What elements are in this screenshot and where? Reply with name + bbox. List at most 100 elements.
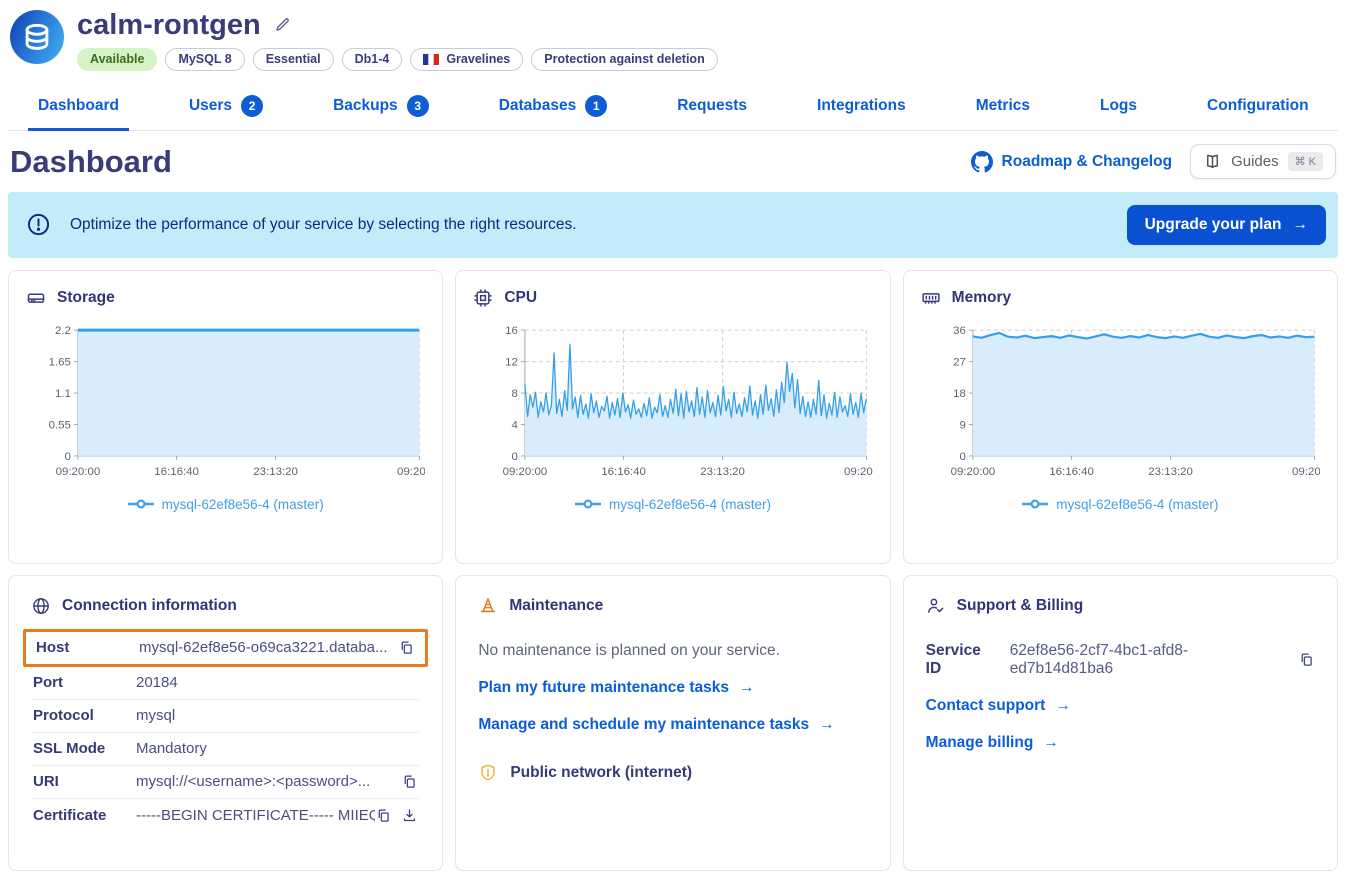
- contact-support-link[interactable]: Contact support →: [926, 697, 1315, 715]
- service-id-row: Service ID 62ef8e56-2cf7-4bc1-afd8-ed7b1…: [926, 642, 1315, 678]
- arrow-right-icon: →: [1293, 216, 1309, 234]
- download-icon[interactable]: [401, 807, 418, 824]
- support-billing-card: Support & Billing Service ID 62ef8e56-2c…: [903, 575, 1338, 871]
- tab-logs[interactable]: Logs: [1090, 87, 1147, 131]
- maintenance-message: No maintenance is planned on your servic…: [478, 642, 867, 660]
- tab-integrations[interactable]: Integrations: [807, 87, 916, 131]
- roadmap-changelog-link[interactable]: Roadmap & Changelog: [971, 151, 1173, 173]
- svg-text:23:13:20: 23:13:20: [1148, 466, 1193, 478]
- cpu-card: CPU 0 4 8 12 16 09:20:00 16:16:40 23:13:20 09:20…: [455, 270, 890, 564]
- svg-text:27: 27: [953, 356, 966, 368]
- svg-text:0: 0: [65, 451, 71, 463]
- storage-card-title: Storage: [57, 289, 115, 307]
- network-access-label: Public network (internet): [510, 764, 692, 782]
- hard-drive-icon: [26, 288, 46, 308]
- svg-text:09:20:00: 09:20:00: [503, 466, 548, 478]
- database-logo: [10, 10, 64, 64]
- svg-text:16:16:40: 16:16:40: [602, 466, 647, 478]
- status-badges: Available MySQL 8 Essential Db1-4 Gravel…: [77, 48, 718, 71]
- tab-dashboard[interactable]: Dashboard: [28, 87, 129, 131]
- service-id-value: 62ef8e56-2cf7-4bc1-afd8-ed7b14d81ba6: [1010, 642, 1288, 678]
- svg-text:4: 4: [512, 419, 519, 431]
- connection-info-card: Connection information Host mysql-62ef8e…: [8, 575, 443, 871]
- connection-row-port: Port 20184: [31, 667, 420, 700]
- database-service-dashboard: calm-rontgen Available MySQL 8 Essential…: [0, 0, 1346, 871]
- badge-region: Gravelines: [410, 48, 523, 71]
- tab-bar: Dashboard Users2 Backups3 Databases1 Req…: [8, 87, 1338, 131]
- memory-card-title: Memory: [952, 289, 1011, 307]
- service-header: calm-rontgen Available MySQL 8 Essential…: [8, 8, 1338, 71]
- svg-text:18: 18: [953, 388, 966, 400]
- badge-plan: Essential: [253, 48, 334, 71]
- cpu-legend[interactable]: mysql-62ef8e56-4 (master): [473, 497, 872, 512]
- connection-row-host: Host mysql-62ef8e56-o69ca3221.databa...: [23, 629, 428, 667]
- svg-text:36: 36: [953, 325, 966, 337]
- connection-card-title: Connection information: [62, 597, 237, 615]
- storage-legend[interactable]: mysql-62ef8e56-4 (master): [26, 497, 425, 512]
- svg-text:16: 16: [505, 325, 518, 337]
- copy-icon[interactable]: [1298, 651, 1315, 668]
- arrow-right-icon: →: [1043, 734, 1059, 752]
- support-card-title: Support & Billing: [957, 597, 1084, 615]
- svg-text:8: 8: [512, 388, 518, 400]
- svg-text:09:20:00: 09:20:00: [56, 466, 101, 478]
- svg-text:0: 0: [959, 451, 965, 463]
- tab-configuration[interactable]: Configuration: [1197, 87, 1319, 131]
- cpu-card-title: CPU: [504, 289, 537, 307]
- svg-text:1.1: 1.1: [55, 388, 71, 400]
- maintenance-card-title: Maintenance: [509, 597, 603, 615]
- page-title: Dashboard: [10, 144, 172, 180]
- badge-flavor: Db1-4: [342, 48, 403, 71]
- guides-shortcut-kbd: ⌘ K: [1288, 152, 1323, 171]
- memory-card: Memory 0918273609:20:0016:16:4023:13:200…: [903, 270, 1338, 564]
- tab-backups[interactable]: Backups3: [323, 87, 439, 131]
- svg-text:09:20:00: 09:20:00: [950, 466, 995, 478]
- badge-engine: MySQL 8: [165, 48, 244, 71]
- cpu-chip-icon: [473, 288, 493, 308]
- memory-legend[interactable]: mysql-62ef8e56-4 (master): [921, 497, 1320, 512]
- svg-text:12: 12: [505, 356, 518, 368]
- svg-text:23:13:20: 23:13:20: [253, 466, 298, 478]
- svg-text:2.2: 2.2: [55, 325, 71, 337]
- maintenance-card: Maintenance No maintenance is planned on…: [455, 575, 890, 871]
- github-icon: [971, 151, 993, 173]
- svg-text:9: 9: [959, 419, 965, 431]
- copy-icon[interactable]: [375, 807, 392, 824]
- guides-button[interactable]: Guides ⌘ K: [1190, 144, 1336, 179]
- badge-deletion-protection: Protection against deletion: [531, 48, 717, 71]
- connection-row-uri: URI mysql://<username>:<password>...: [31, 766, 420, 799]
- svg-text:16:16:40: 16:16:40: [1049, 466, 1094, 478]
- alert-circle-icon: [26, 212, 51, 237]
- france-flag-icon: [423, 54, 439, 65]
- svg-text:09:20:00: 09:20:00: [844, 466, 872, 478]
- svg-text:16:16:40: 16:16:40: [154, 466, 199, 478]
- tab-users[interactable]: Users2: [179, 87, 273, 131]
- connection-row-certificate: Certificate -----BEGIN CERTIFICATE----- …: [31, 799, 420, 832]
- manage-billing-link[interactable]: Manage billing →: [926, 734, 1315, 752]
- service-name: calm-rontgen: [77, 10, 261, 42]
- svg-text:09:20:00: 09:20:00: [1292, 466, 1320, 478]
- storage-card: Storage 0 0.55 1.1 1.65 2.2 09:20:00 16:16:40 2…: [8, 270, 443, 564]
- svg-text:1.65: 1.65: [49, 356, 71, 368]
- memory-chart: 0 9 18 27 36 09:20:00 16:16:40 23:13:20 09:20:00: [921, 322, 1320, 494]
- tab-metrics[interactable]: Metrics: [966, 87, 1040, 131]
- tab-databases[interactable]: Databases1: [489, 87, 618, 131]
- arrow-right-icon: →: [1055, 697, 1071, 715]
- edit-name-icon[interactable]: [273, 15, 292, 39]
- manage-maintenance-link[interactable]: Manage and schedule my maintenance tasks…: [478, 716, 867, 734]
- banner-message: Optimize the performance of your service…: [70, 216, 1127, 234]
- copy-icon[interactable]: [398, 639, 415, 656]
- legend-marker-icon: [1022, 499, 1048, 509]
- svg-text:0.55: 0.55: [49, 419, 71, 431]
- svg-text:23:13:20: 23:13:20: [701, 466, 746, 478]
- copy-icon[interactable]: [401, 773, 418, 790]
- plan-maintenance-link[interactable]: Plan my future maintenance tasks →: [478, 679, 867, 697]
- book-icon: [1203, 152, 1222, 171]
- upgrade-plan-button[interactable]: Upgrade your plan →: [1127, 205, 1326, 245]
- svg-text:0: 0: [512, 451, 518, 463]
- tab-requests[interactable]: Requests: [667, 87, 757, 131]
- globe-icon: [31, 596, 51, 616]
- cpu-chart: 0 4 8 12 16 09:20:00 16:16:40 23:13:20 09:20:00: [473, 322, 872, 494]
- connection-row-ssl-mode: SSL Mode Mandatory: [31, 733, 420, 766]
- connection-row-protocol: Protocol mysql: [31, 700, 420, 733]
